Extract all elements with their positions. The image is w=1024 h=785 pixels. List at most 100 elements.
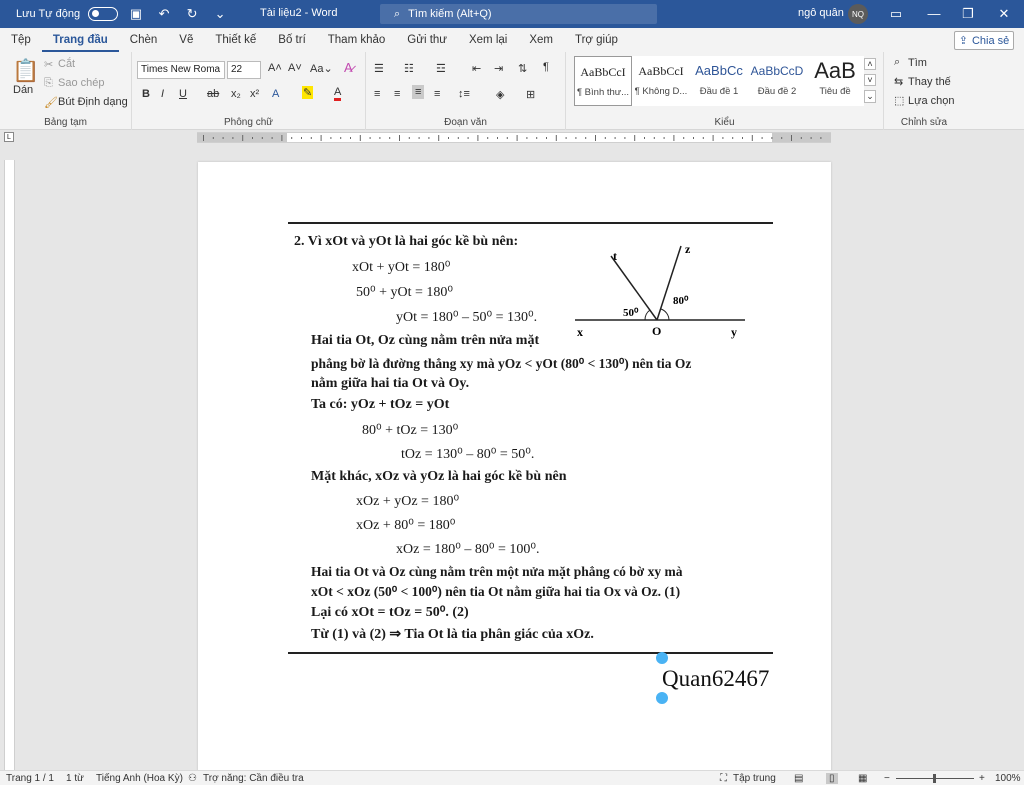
align-justify-icon[interactable]: ≡ bbox=[412, 85, 425, 99]
ruler-ticks bbox=[203, 135, 822, 141]
paste-icon[interactable]: 📋 bbox=[12, 58, 39, 84]
style-heading-2[interactable]: AaBbCcD Đầu đề 2 bbox=[748, 56, 806, 106]
styles-scroll-down-icon[interactable]: ˅ bbox=[864, 74, 876, 86]
bold-icon[interactable]: B bbox=[142, 88, 150, 100]
tab-file[interactable]: Tệp bbox=[0, 28, 42, 52]
select-button[interactable]: Lựa chọn bbox=[908, 95, 955, 107]
bullets-icon[interactable]: ☰ bbox=[374, 62, 384, 75]
autosave-toggle[interactable] bbox=[88, 7, 119, 21]
zoom-level[interactable]: 100% bbox=[995, 773, 1021, 784]
tab-design[interactable]: Thiết kế bbox=[204, 28, 267, 52]
pasted-image[interactable]: 2. Vì xOt và yOt là hai góc kề bù nên: x… bbox=[288, 222, 773, 654]
zoom-slider-thumb[interactable] bbox=[933, 774, 936, 783]
tab-review[interactable]: Xem lại bbox=[458, 28, 518, 52]
tab-references[interactable]: Tham khảo bbox=[317, 28, 397, 52]
customize-qat-icon[interactable]: ⌄ bbox=[210, 6, 230, 22]
strikethrough-icon[interactable]: ab bbox=[207, 88, 219, 100]
font-color-icon[interactable]: A bbox=[334, 86, 342, 101]
redo-icon[interactable]: ↻ bbox=[182, 6, 202, 22]
style-preview: AaBbCcD bbox=[750, 64, 804, 78]
find-button[interactable]: Tìm bbox=[908, 57, 927, 69]
web-layout-icon[interactable]: ▦ bbox=[858, 773, 867, 784]
text-effects-icon[interactable]: A bbox=[272, 88, 279, 100]
language-indicator[interactable]: Tiếng Anh (Hoa Kỳ) bbox=[96, 773, 183, 784]
page-count[interactable]: Trang 1 / 1 bbox=[6, 773, 54, 784]
borders-icon[interactable]: ⊞ bbox=[526, 88, 535, 101]
ruler-tick bbox=[751, 135, 753, 141]
style-normal[interactable]: AaBbCcI ¶ Bình thư... bbox=[574, 56, 632, 106]
tab-layout[interactable]: Bố trí bbox=[267, 28, 316, 52]
text-line: Từ (1) và (2) ⇒ Tia Ot là tia phân giác … bbox=[311, 627, 594, 642]
tab-mailings[interactable]: Gửi thư bbox=[396, 28, 458, 52]
selection-handle-bottom[interactable] bbox=[653, 689, 671, 707]
decrease-indent-icon[interactable]: ⇤ bbox=[472, 62, 481, 75]
styles-more-icon[interactable]: ⌄ bbox=[864, 90, 876, 103]
ruler-tick bbox=[408, 137, 410, 139]
align-left-icon[interactable]: ≡ bbox=[374, 88, 380, 100]
shrink-font-icon[interactable]: A˅ bbox=[288, 62, 302, 74]
tab-selector-icon[interactable]: L bbox=[4, 132, 14, 142]
shading-icon[interactable]: ◈ bbox=[496, 88, 504, 101]
subscript-icon[interactable]: x₂ bbox=[231, 88, 241, 100]
search-box[interactable]: ⌕ Tìm kiếm (Alt+Q) bbox=[380, 4, 657, 24]
tab-draw[interactable]: Vẽ bbox=[168, 28, 204, 52]
ruler-tick bbox=[585, 137, 587, 139]
share-button[interactable]: ⇪ Chia sẻ bbox=[954, 31, 1014, 50]
show-marks-icon[interactable]: ¶ bbox=[543, 61, 549, 73]
line-spacing-icon[interactable]: ↕≡ bbox=[458, 88, 470, 100]
superscript-icon[interactable]: x² bbox=[250, 88, 259, 100]
italic-icon[interactable]: I bbox=[161, 88, 164, 100]
close-icon[interactable]: ✕ bbox=[994, 4, 1014, 24]
save-icon[interactable]: ▣ bbox=[126, 6, 146, 22]
ruler-tick bbox=[791, 135, 792, 141]
numbering-icon[interactable]: ☷ bbox=[404, 62, 414, 75]
grow-font-icon[interactable]: A˄ bbox=[268, 62, 282, 74]
increase-indent-icon[interactable]: ⇥ bbox=[494, 62, 503, 75]
highlight-icon[interactable]: ✎ bbox=[302, 86, 314, 99]
text-line: Hai tia Ot, Oz cùng nằm trên nửa mặt bbox=[311, 333, 540, 348]
ruler-tick bbox=[291, 137, 293, 139]
zoom-out-icon[interactable]: − bbox=[884, 773, 890, 784]
tab-help[interactable]: Trợ giúp bbox=[564, 28, 629, 52]
find-icon: ⌕ bbox=[894, 56, 901, 68]
style-no-spacing[interactable]: AaBbCcI ¶ Không D... bbox=[632, 56, 690, 106]
underline-icon[interactable]: U bbox=[179, 88, 187, 100]
tab-insert[interactable]: Chèn bbox=[119, 28, 169, 52]
ruler-tick bbox=[232, 137, 234, 139]
zoom-in-icon[interactable]: + bbox=[979, 773, 985, 784]
avatar[interactable]: NQ bbox=[848, 4, 868, 24]
user-name[interactable]: ngô quân bbox=[798, 7, 844, 19]
sort-icon[interactable]: ⇅ bbox=[518, 62, 527, 75]
tab-view[interactable]: Xem bbox=[518, 28, 564, 52]
maximize-icon[interactable]: ❐ bbox=[958, 4, 978, 24]
text-line: 80⁰ + tOz = 130⁰ bbox=[362, 423, 459, 438]
undo-icon[interactable]: ↶ bbox=[154, 6, 174, 22]
align-right-icon[interactable]: ≡ bbox=[434, 88, 440, 100]
tab-home[interactable]: Trang đầu bbox=[41, 28, 119, 52]
clear-formatting-icon[interactable]: A̷ bbox=[344, 60, 353, 75]
replace-button[interactable]: Thay thế bbox=[908, 76, 951, 88]
multilevel-list-icon[interactable]: ☲ bbox=[436, 62, 446, 75]
horizontal-ruler[interactable] bbox=[197, 132, 831, 143]
ruler-tick bbox=[693, 137, 694, 139]
minimize-icon[interactable]: — bbox=[924, 4, 944, 24]
align-center-icon[interactable]: ≡ bbox=[394, 88, 400, 100]
style-heading-1[interactable]: AaBbCc Đầu đề 1 bbox=[690, 56, 748, 106]
styles-scroll-up-icon[interactable]: ˄ bbox=[864, 58, 876, 70]
print-layout-icon[interactable]: ▯ bbox=[826, 773, 838, 784]
accessibility-status[interactable]: Trợ năng: Cần điều tra bbox=[203, 773, 304, 784]
font-size-select[interactable]: 22 bbox=[227, 61, 261, 79]
ribbon-display-icon[interactable]: ▭ bbox=[886, 4, 906, 24]
format-painter-button[interactable]: Bút Định dạng bbox=[58, 96, 128, 108]
focus-mode-button[interactable]: Tập trung bbox=[733, 773, 776, 784]
read-mode-icon[interactable]: ▤ bbox=[794, 773, 803, 784]
cut-button[interactable]: Cắt bbox=[58, 58, 75, 70]
copy-button[interactable]: Sao chép bbox=[58, 77, 104, 89]
word-count[interactable]: 1 từ bbox=[66, 773, 84, 784]
font-family-select[interactable]: Times New Roma bbox=[137, 61, 225, 79]
document-page[interactable]: 2. Vì xOt và yOt là hai góc kề bù nên: x… bbox=[198, 162, 831, 772]
vertical-ruler[interactable] bbox=[4, 160, 15, 770]
change-case-icon[interactable]: Aa⌄ bbox=[310, 62, 333, 75]
paste-button[interactable]: Dán bbox=[13, 84, 33, 96]
style-title[interactable]: AaB Tiêu đề bbox=[806, 56, 864, 106]
